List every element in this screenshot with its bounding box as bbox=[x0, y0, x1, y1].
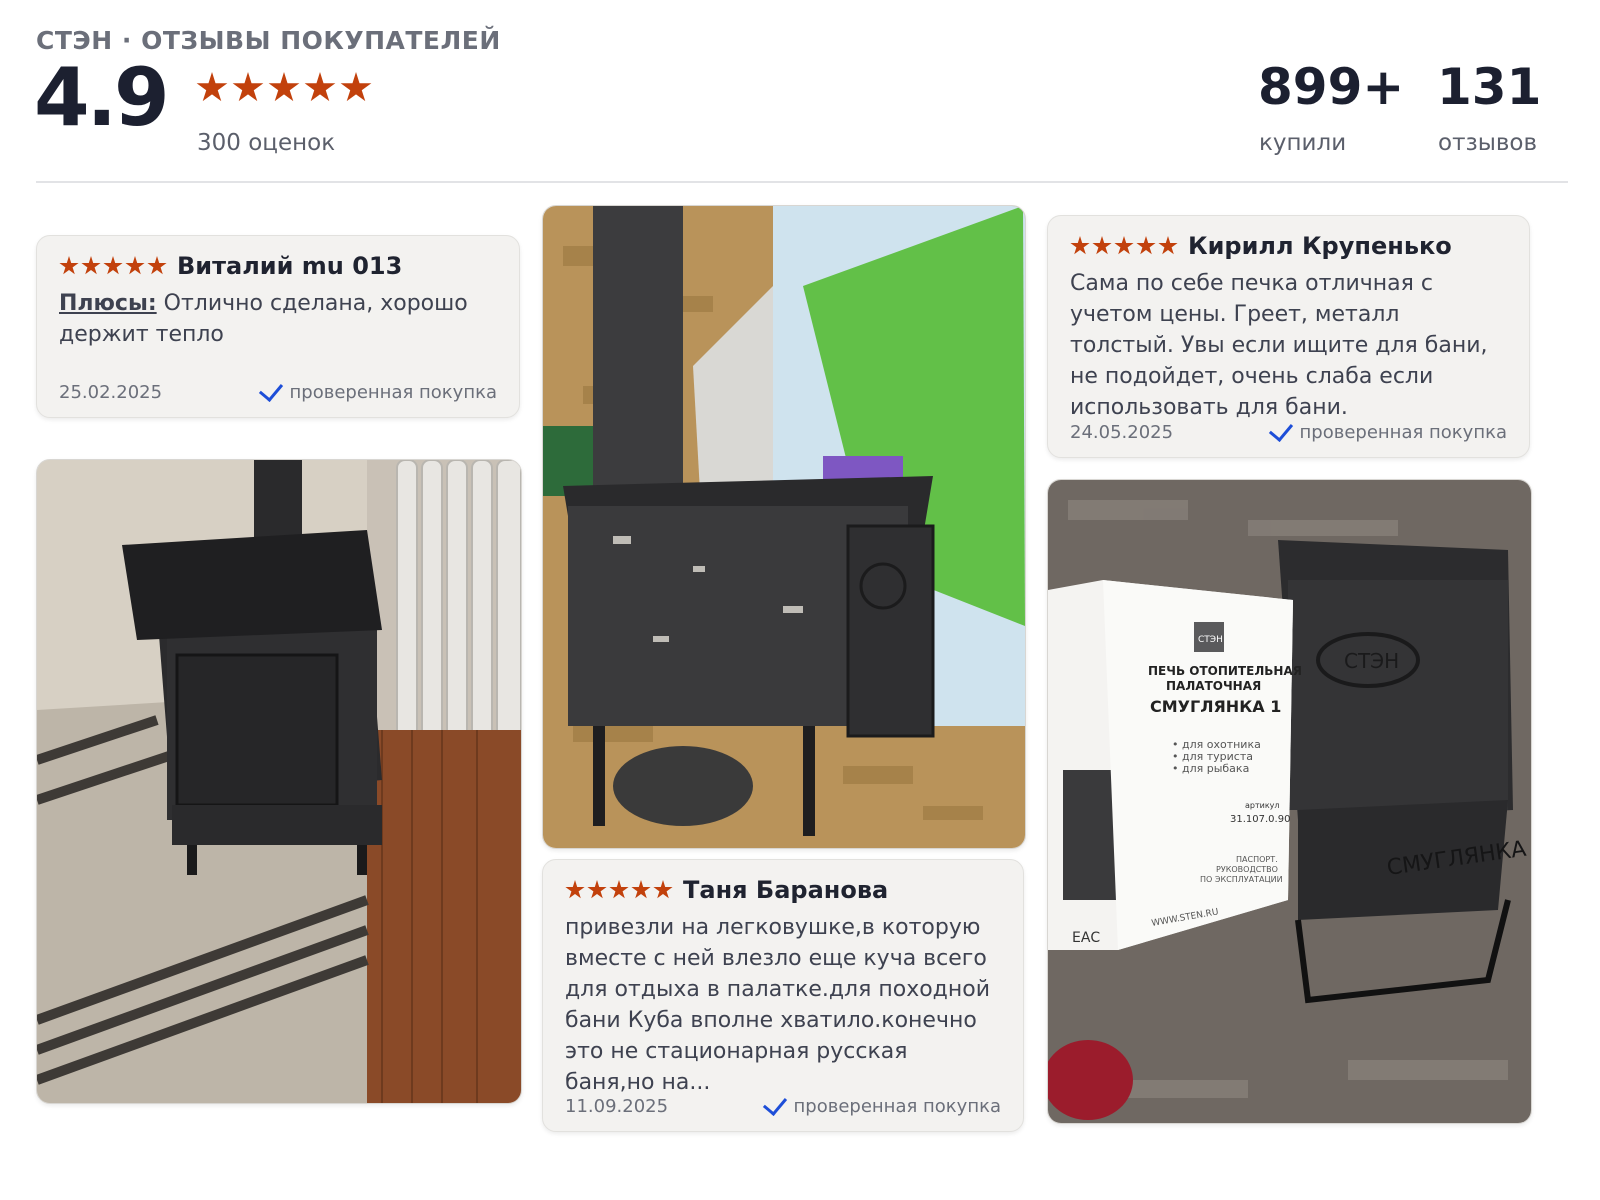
reviews-count: 131 bbox=[1437, 58, 1542, 116]
star-icon bbox=[1158, 236, 1178, 255]
star-icon bbox=[59, 256, 79, 275]
star-icon bbox=[631, 880, 651, 899]
star-icon bbox=[147, 256, 167, 275]
average-rating: 4.9 bbox=[34, 51, 170, 144]
booklet-model: СМУГЛЯНКА 1 bbox=[1150, 697, 1281, 716]
check-icon bbox=[258, 376, 283, 403]
star-icon bbox=[81, 256, 101, 275]
booklet-logo: СТЭН bbox=[1198, 635, 1223, 645]
review-stars bbox=[565, 880, 673, 900]
star-icon bbox=[304, 72, 336, 102]
reviews-label: отзывов bbox=[1438, 130, 1538, 156]
review-card[interactable]: Таня Баранова привезли на легковушке,в к… bbox=[542, 859, 1024, 1132]
review-photo[interactable] bbox=[542, 205, 1026, 849]
review-date: 11.09.2025 bbox=[565, 1096, 669, 1117]
ratings-count: 300 оценок bbox=[197, 130, 336, 156]
header-stars bbox=[196, 72, 372, 104]
review-author: Таня Баранова bbox=[683, 876, 889, 904]
booklet-article: 31.107.0.90 bbox=[1230, 814, 1290, 825]
verified-badge: проверенная покупка bbox=[258, 376, 497, 403]
door-logo-text: СТЭН bbox=[1344, 649, 1399, 673]
review-card[interactable]: Виталий mu 013 Плюсы: Отлично сделана, х… bbox=[36, 235, 520, 418]
star-icon bbox=[1136, 236, 1156, 255]
review-stars bbox=[1070, 236, 1178, 256]
verified-label: проверенная покупка bbox=[289, 382, 497, 403]
review-photo[interactable] bbox=[36, 459, 522, 1104]
star-icon bbox=[232, 72, 264, 102]
booklet-passport: ПАСПОРТ. bbox=[1236, 855, 1278, 864]
review-author: Кирилл Крупенько bbox=[1188, 232, 1452, 260]
review-card[interactable]: Кирилл Крупенько Сама по себе печка отли… bbox=[1047, 215, 1530, 458]
stove-photo-image bbox=[543, 206, 1025, 848]
star-icon bbox=[196, 72, 228, 102]
review-date: 24.05.2025 bbox=[1070, 422, 1174, 443]
booklet-title-1: ПЕЧЬ ОТОПИТЕЛЬНАЯ bbox=[1148, 664, 1302, 678]
booklet-passport: ПО ЭКСПЛУАТАЦИИ bbox=[1200, 875, 1283, 884]
booklet-title-2: ПАЛАТОЧНАЯ bbox=[1166, 679, 1261, 693]
review-photo[interactable]: СТЭН СМУГЛЯНКА СТЭН ПЕЧЬ ОТОПИТЕЛЬНАЯ ПА… bbox=[1047, 479, 1532, 1124]
review-date: 25.02.2025 bbox=[59, 382, 163, 403]
star-icon bbox=[1114, 236, 1134, 255]
star-icon bbox=[268, 72, 300, 102]
star-icon bbox=[125, 256, 145, 275]
star-icon bbox=[653, 880, 673, 899]
booklet-article-label: артикул bbox=[1245, 801, 1280, 810]
star-icon bbox=[587, 880, 607, 899]
review-text: привезли на легковушке,в которую вместе … bbox=[565, 915, 991, 1095]
star-icon bbox=[1070, 236, 1090, 255]
star-icon bbox=[1092, 236, 1112, 255]
star-icon bbox=[609, 880, 629, 899]
review-text: Сама по себе печка отличная с учетом цен… bbox=[1070, 271, 1488, 420]
bought-label: купили bbox=[1259, 130, 1347, 156]
stove-photo-image bbox=[37, 460, 521, 1103]
verified-badge: проверенная покупка bbox=[762, 1090, 1001, 1117]
star-icon bbox=[340, 72, 372, 102]
review-author: Виталий mu 013 bbox=[177, 252, 403, 280]
review-text: Плюсы: Отлично сделана, хорошо держит те… bbox=[59, 288, 497, 350]
stove-photo-image: СТЭН СМУГЛЯНКА СТЭН ПЕЧЬ ОТОПИТЕЛЬНАЯ ПА… bbox=[1048, 480, 1531, 1123]
verified-badge: проверенная покупка bbox=[1268, 416, 1507, 443]
pros-label: Плюсы: bbox=[59, 291, 157, 316]
booklet-passport: РУКОВОДСТВО bbox=[1216, 865, 1278, 874]
verified-label: проверенная покупка bbox=[1299, 422, 1507, 443]
header-divider bbox=[36, 181, 1568, 183]
review-stars bbox=[59, 256, 167, 276]
booklet-eac: ЕАС bbox=[1072, 930, 1100, 946]
booklet-bullet: • для рыбака bbox=[1172, 762, 1249, 775]
verified-label: проверенная покупка bbox=[793, 1096, 1001, 1117]
star-icon bbox=[103, 256, 123, 275]
bought-count: 899+ bbox=[1258, 58, 1405, 116]
star-icon bbox=[565, 880, 585, 899]
